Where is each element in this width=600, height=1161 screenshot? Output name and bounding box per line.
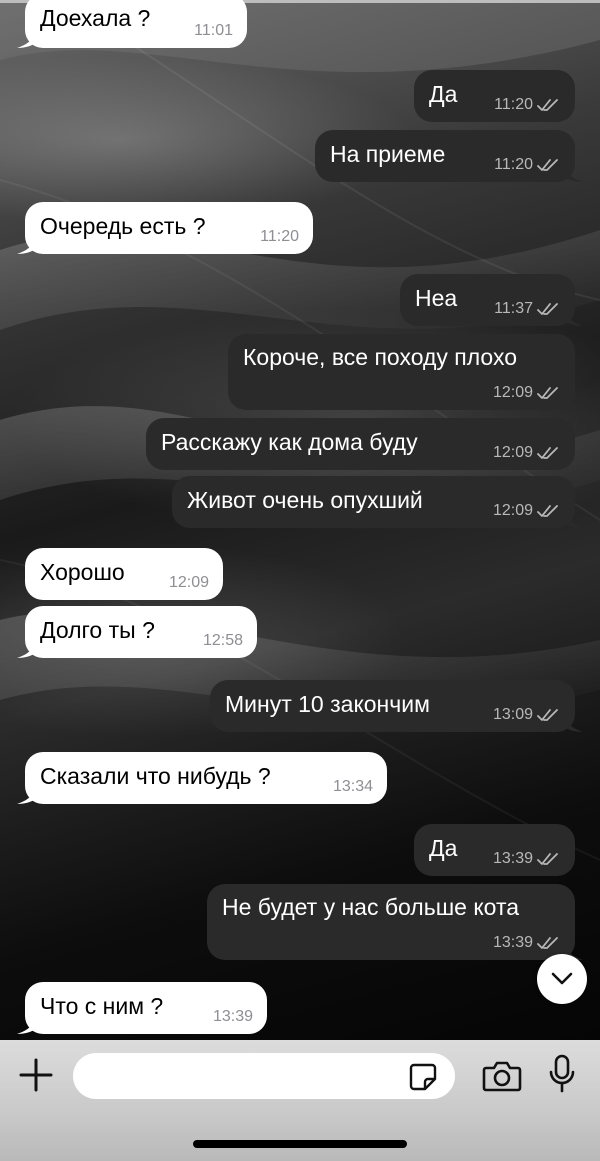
message-text: Что с ним ?: [40, 993, 164, 1019]
double-check-icon: [537, 387, 558, 399]
incoming-message[interactable]: Доехала ? 11:01: [17, 0, 247, 48]
double-check-icon: [537, 937, 558, 949]
message-text: Да: [429, 835, 458, 861]
double-check-icon: [537, 159, 558, 171]
message-text: Очередь есть ?: [40, 213, 206, 239]
chevron-down-icon: [551, 972, 573, 985]
message-time: 13:39: [212, 1008, 253, 1025]
home-indicator[interactable]: [193, 1140, 407, 1148]
double-check-icon: [537, 853, 558, 865]
message-text: Сказали что нибудь ?: [40, 763, 271, 789]
outgoing-message[interactable]: Расскажу как дома буду 12:09: [146, 418, 575, 470]
bubble-tail: [17, 234, 37, 254]
outgoing-message[interactable]: Живот очень опухший 12:09: [172, 476, 583, 528]
sticker-icon[interactable]: [408, 1062, 438, 1092]
message-meta: 13:39: [493, 850, 561, 868]
message-meta: 12:58: [203, 632, 243, 650]
bubble-tail: [17, 638, 37, 658]
message-meta: 11:20: [494, 96, 561, 114]
incoming-message[interactable]: Очередь есть ? 11:20: [17, 202, 313, 254]
message-text: Расскажу как дома буду: [161, 429, 418, 455]
incoming-message[interactable]: Долго ты ? 12:58: [17, 606, 257, 658]
plus-icon[interactable]: [18, 1057, 54, 1093]
outgoing-message[interactable]: Короче, все походу плохо 12:09: [228, 334, 575, 410]
message-text: Короче, все походу плохо: [243, 344, 517, 370]
message-text: Хорошо: [40, 559, 125, 585]
message-time: 12:09: [492, 444, 533, 461]
message-meta: 13:39: [213, 1008, 253, 1026]
outgoing-message[interactable]: Минут 10 закончим 13:09: [210, 680, 583, 732]
message-time: 11:20: [260, 228, 299, 245]
message-time: 12:09: [492, 502, 533, 519]
double-check-icon: [537, 303, 558, 315]
message-meta: 13:09: [493, 706, 561, 724]
message-meta: 12:09: [493, 384, 561, 402]
message-time: 11:01: [194, 22, 233, 39]
double-check-icon: [537, 505, 558, 517]
message-meta: 13:34: [333, 778, 373, 796]
message-time: 11:20: [494, 96, 533, 113]
message-time: 12:09: [168, 574, 209, 591]
message-time: 13:34: [332, 778, 373, 795]
bubble-tail: [563, 712, 583, 732]
message-time: 11:37: [494, 300, 533, 317]
message-meta: 11:20: [494, 156, 561, 174]
message-time: 11:20: [494, 156, 533, 173]
outgoing-message[interactable]: На приеме 11:20: [315, 130, 583, 182]
double-check-icon: [537, 99, 558, 111]
incoming-message[interactable]: Хорошо 12:09: [25, 548, 223, 600]
incoming-message[interactable]: Сказали что нибудь ? 13:34: [17, 752, 387, 804]
message-time: 13:39: [492, 934, 533, 951]
message-time: 13:09: [492, 706, 533, 723]
message-input[interactable]: [73, 1053, 455, 1099]
message-time: 13:39: [492, 850, 533, 867]
double-check-icon: [537, 447, 558, 459]
message-meta: 11:01: [194, 22, 233, 40]
message-meta: 11:37: [494, 300, 561, 318]
message-meta: 12:09: [493, 502, 561, 520]
message-text: Живот очень опухший: [187, 487, 423, 513]
message-time: 12:09: [492, 384, 533, 401]
message-text: На приеме: [330, 141, 446, 167]
incoming-message[interactable]: Что с ним ? 13:39: [17, 982, 267, 1034]
message-time: 12:58: [202, 632, 243, 649]
message-text: Не будет у нас больше кота: [222, 894, 520, 920]
message-meta: 12:09: [169, 574, 209, 592]
message-text: Да: [429, 81, 458, 107]
bubble-tail: [17, 1014, 37, 1034]
camera-icon[interactable]: [482, 1058, 522, 1094]
outgoing-message[interactable]: Да 13:39: [414, 824, 575, 876]
bubble-tail: [17, 28, 37, 48]
double-check-icon: [537, 709, 558, 721]
microphone-icon[interactable]: [548, 1054, 576, 1094]
outgoing-message[interactable]: Не будет у нас больше кота 13:39: [207, 884, 583, 960]
message-text: Долго ты ?: [40, 617, 155, 643]
message-meta: 13:39: [493, 934, 561, 952]
message-text: Доехала ?: [40, 5, 151, 31]
outgoing-message[interactable]: Неа 11:37: [400, 274, 583, 326]
outgoing-message[interactable]: Да 11:20: [414, 70, 575, 122]
bubble-tail: [563, 306, 583, 326]
message-meta: 11:20: [260, 228, 299, 246]
bubble-tail: [17, 784, 37, 804]
message-text: Неа: [415, 285, 458, 311]
scroll-to-bottom-button[interactable]: [537, 954, 587, 1004]
message-meta: 12:09: [493, 444, 561, 462]
bubble-tail: [563, 508, 583, 528]
bubble-tail: [563, 162, 583, 182]
message-text: Минут 10 закончим: [225, 691, 430, 717]
